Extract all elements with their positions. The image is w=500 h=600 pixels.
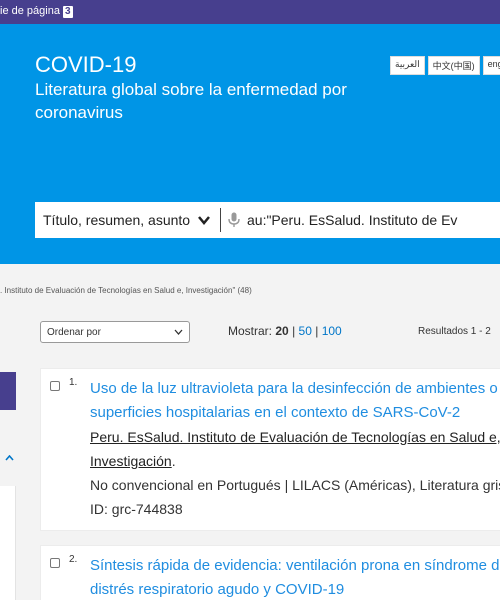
header-banner: COVID-19 Literatura global sobre la enfe… xyxy=(0,24,500,264)
page-size-50-link[interactable]: 50 xyxy=(299,324,312,338)
result-title-link[interactable]: Uso de la luz ultravioleta para la desin… xyxy=(90,377,500,425)
lang-english[interactable]: engl xyxy=(482,56,500,75)
result-title-link[interactable]: Síntesis rápida de evidencia: ventilació… xyxy=(90,554,500,600)
skip-to-footer-link[interactable]: ie de página 3 xyxy=(0,5,73,18)
filter-panel xyxy=(0,486,16,600)
separator: | xyxy=(315,324,319,338)
select-result-checkbox[interactable] xyxy=(50,381,60,391)
author-period: . xyxy=(171,453,176,469)
lang-arabic[interactable]: العربية xyxy=(390,56,425,75)
shortcut-key-badge: 3 xyxy=(62,6,73,18)
result-body: Síntesis rápida de evidencia: ventilació… xyxy=(90,554,500,600)
result-number: 2. xyxy=(69,554,78,565)
result-item: 1. Uso de la luz ultravioleta para la de… xyxy=(40,368,500,531)
chevron-up-icon[interactable] xyxy=(5,452,14,464)
result-item: 2. Síntesis rápida de evidencia: ventila… xyxy=(40,545,500,600)
search-field-select[interactable]: Título, resumen, asunto xyxy=(35,212,220,228)
site-title[interactable]: COVID-19 xyxy=(35,52,136,78)
accessibility-bar: ie de página 3 xyxy=(0,0,500,24)
active-filter-breadcrumb: . Instituto de Evaluación de Tecnologías… xyxy=(0,286,252,295)
language-selector: العربية 中文(中国) engl xyxy=(390,56,500,75)
separator: | xyxy=(292,324,296,338)
chevron-down-icon xyxy=(174,329,183,335)
page-size-selector: Mostrar: 20 | 50 | 100 xyxy=(228,324,342,338)
microphone-icon[interactable] xyxy=(221,212,247,228)
search-bar: Título, resumen, asunto au:"Peru. EsSalu… xyxy=(35,202,500,238)
sort-select-label: Ordenar por xyxy=(47,326,101,338)
page-size-100-link[interactable]: 100 xyxy=(322,324,342,338)
search-input[interactable]: au:"Peru. EsSalud. Instituto de Ev xyxy=(247,212,457,228)
site-subtitle: Literatura global sobre la enfermedad po… xyxy=(35,80,347,122)
result-metadata: No convencional en Portugués | LILACS (A… xyxy=(90,477,500,517)
results-controls: Ordenar por Mostrar: 20 | 50 | 100 Resul… xyxy=(0,318,500,348)
filter-button[interactable] xyxy=(0,372,16,410)
results-count: Resultados 1 - 2 xyxy=(418,326,491,337)
select-result-checkbox[interactable] xyxy=(50,558,60,568)
chevron-down-icon xyxy=(198,215,211,225)
page-size-current: 20 xyxy=(275,324,289,338)
lang-chinese[interactable]: 中文(中国) xyxy=(427,56,480,75)
sort-select[interactable]: Ordenar por xyxy=(40,321,190,343)
result-body: Uso de la luz ultravioleta para la desin… xyxy=(90,377,500,521)
result-number: 1. xyxy=(69,377,78,388)
show-label: Mostrar: xyxy=(228,324,273,338)
author-link[interactable]: Peru. EsSalud. Instituto de Evaluación d… xyxy=(90,429,500,469)
search-field-label: Título, resumen, asunto xyxy=(43,212,191,228)
skip-link-label: ie de página xyxy=(0,5,60,17)
